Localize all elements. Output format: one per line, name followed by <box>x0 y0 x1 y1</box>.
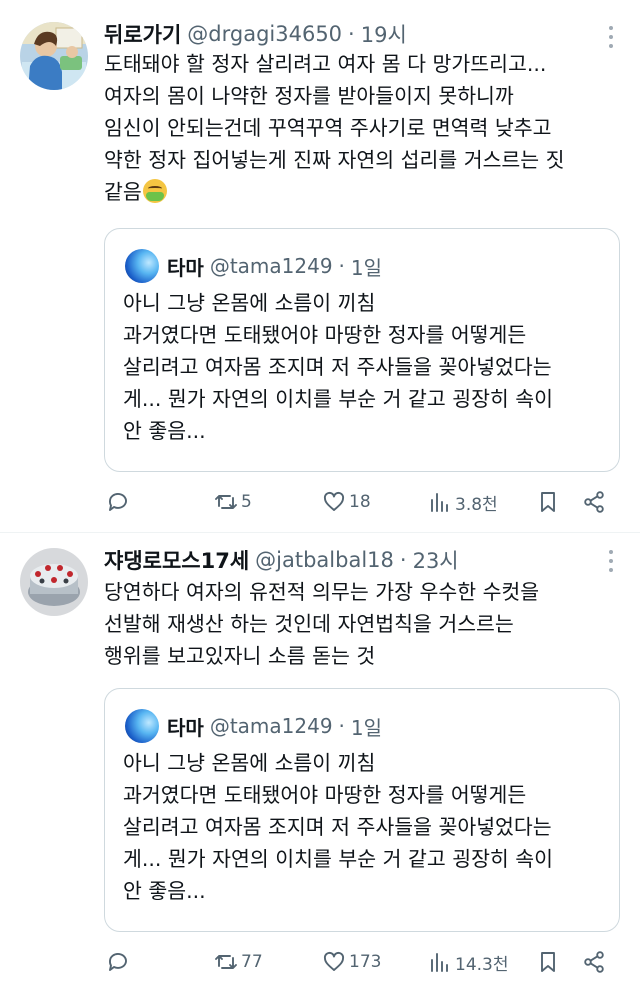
views-button[interactable]: 3.8천 <box>428 484 498 520</box>
retweet-count: 5 <box>241 492 252 512</box>
quote-timestamp: 1일 <box>350 255 383 280</box>
more-vertical-icon[interactable] <box>608 26 614 48</box>
quote-display-name: 타마 <box>167 255 204 280</box>
more-vertical-icon[interactable] <box>608 550 614 572</box>
reply-button[interactable] <box>106 944 133 980</box>
user-handle[interactable]: @jatbalbal18 <box>255 548 394 572</box>
quoted-tweet[interactable]: 타마 @tama1249 · 1일 아니 그냥 온몸에 소름이 끼침 과거였다면… <box>104 228 620 472</box>
display-name[interactable]: 쟈댕로모스17세 <box>104 545 249 575</box>
share-icon <box>584 491 604 513</box>
quote-avatar[interactable] <box>125 709 159 743</box>
text-line: 선발해 재생산 하는 것인데 자연법칙을 거스르는 <box>104 612 514 636</box>
quote-text-line: 안 좋음... <box>123 419 206 443</box>
quote-text: 아니 그냥 온몸에 소름이 끼침 과거였다면 도태됐어야 마땅한 정자를 어떻게… <box>123 747 613 907</box>
quote-display-name: 타마 <box>167 715 204 740</box>
bookmark-icon <box>541 492 555 512</box>
timestamp[interactable]: 19시 <box>361 19 407 49</box>
text-line: 임신이 안되는건데 꾸역꾸역 주사기로 면역력 낮추고 <box>104 116 552 140</box>
quote-text-line: 살리려고 여자몸 조지며 저 주사들을 꽂아넣었다는 <box>123 815 552 839</box>
text-line: 당연하다 여자의 유전적 의무는 가장 우수한 수컷을 <box>104 580 540 604</box>
separator-dot: · <box>338 714 345 738</box>
quoted-tweet[interactable]: 타마 @tama1249 · 1일 아니 그냥 온몸에 소름이 끼침 과거였다면… <box>104 688 620 932</box>
views-bar-chart-icon <box>431 953 448 972</box>
tweet[interactable]: 쟈댕로모스17세 @jatbalbal18 · 23시 당연하다 여자의 유전적… <box>0 532 640 992</box>
nauseated-face-emoji <box>142 179 167 203</box>
user-handle[interactable]: @drgagi34650 <box>187 22 342 46</box>
text-fragment: 같음 <box>104 180 142 204</box>
text-line: 도태돼야 할 정자 살리려고 여자 몸 다 망가뜨리고... <box>104 52 547 76</box>
quote-text-line: 게... 뭔가 자연의 이치를 부순 거 같고 굉장히 속이 <box>123 847 554 871</box>
display-name[interactable]: 뒤로가기 <box>104 19 181 49</box>
heart-icon <box>323 951 345 971</box>
views-button[interactable]: 14.3천 <box>428 944 509 980</box>
quote-header: 타마 @tama1249 · 1일 <box>167 711 382 741</box>
heart-icon <box>323 491 345 511</box>
tweet[interactable]: 뒤로가기 @drgagi34650 · 19시 도태돼야 할 정자 살리려고 여… <box>0 0 640 532</box>
share-button[interactable] <box>582 484 606 520</box>
action-bar: 5 18 3.8천 <box>104 484 624 520</box>
quote-text: 아니 그냥 온몸에 소름이 끼침 과거였다면 도태됐어야 마땅한 정자를 어떻게… <box>123 287 613 447</box>
share-icon <box>584 951 604 973</box>
text-line-last: 같음 <box>104 176 624 208</box>
quote-text-line: 안 좋음... <box>123 879 206 903</box>
bookmark-icon <box>541 952 555 972</box>
quote-text-line: 과거였다면 도태됐어야 마땅한 정자를 어떻게든 <box>123 323 527 347</box>
bookmark-button[interactable] <box>536 484 560 520</box>
like-count: 173 <box>349 952 382 972</box>
user-avatar[interactable] <box>20 548 88 616</box>
views-bar-chart-icon <box>431 493 448 512</box>
like-button[interactable]: 173 <box>322 944 381 980</box>
retweet-button[interactable]: 5 <box>214 484 252 520</box>
views-count: 3.8천 <box>455 494 498 515</box>
quote-user-handle: @tama1249 <box>209 714 333 738</box>
like-count: 18 <box>349 492 371 512</box>
retweet-icon <box>215 495 237 509</box>
quote-user-handle: @tama1249 <box>209 254 333 278</box>
quote-timestamp: 1일 <box>350 715 383 740</box>
quote-avatar[interactable] <box>125 249 159 283</box>
share-button[interactable] <box>582 944 606 980</box>
reply-icon <box>109 493 127 511</box>
retweet-button[interactable]: 77 <box>214 944 263 980</box>
action-bar: 77 173 14.3천 <box>104 944 624 980</box>
bookmark-button[interactable] <box>536 944 560 980</box>
reply-button[interactable] <box>106 484 133 520</box>
tweet-text: 도태돼야 할 정자 살리려고 여자 몸 다 망가뜨리고... 여자의 몸이 나약… <box>104 48 624 208</box>
text-line: 여자의 몸이 나약한 정자를 받아들이지 못하니까 <box>104 84 514 108</box>
tweet-header: 쟈댕로모스17세 @jatbalbal18 · 23시 <box>104 546 459 574</box>
separator-dot: · <box>399 548 407 572</box>
text-line: 행위를 보고있자니 소름 돋는 것 <box>104 644 376 668</box>
views-count: 14.3천 <box>455 954 509 975</box>
quote-text-line: 아니 그냥 온몸에 소름이 끼침 <box>123 751 376 775</box>
quote-header: 타마 @tama1249 · 1일 <box>167 251 382 281</box>
quote-text-line: 과거였다면 도태됐어야 마땅한 정자를 어떻게든 <box>123 783 527 807</box>
retweet-icon <box>215 955 237 969</box>
reply-icon <box>109 953 127 971</box>
text-line: 약한 정자 집어넣는게 진짜 자연의 섭리를 거스르는 짓 <box>104 148 565 172</box>
tweet-text: 당연하다 여자의 유전적 의무는 가장 우수한 수컷을 선발해 재생산 하는 것… <box>104 576 624 672</box>
quote-text-line: 살리려고 여자몸 조지며 저 주사들을 꽂아넣었다는 <box>123 355 552 379</box>
tweet-header: 뒤로가기 @drgagi34650 · 19시 <box>104 20 407 48</box>
like-button[interactable]: 18 <box>322 484 371 520</box>
retweet-count: 77 <box>241 952 263 972</box>
timestamp[interactable]: 23시 <box>413 545 459 575</box>
user-avatar[interactable] <box>20 22 88 90</box>
separator-dot: · <box>348 22 355 46</box>
separator-dot: · <box>338 254 345 278</box>
quote-text-line: 아니 그냥 온몸에 소름이 끼침 <box>123 291 376 315</box>
quote-text-line: 게... 뭔가 자연의 이치를 부순 거 같고 굉장히 속이 <box>123 387 554 411</box>
